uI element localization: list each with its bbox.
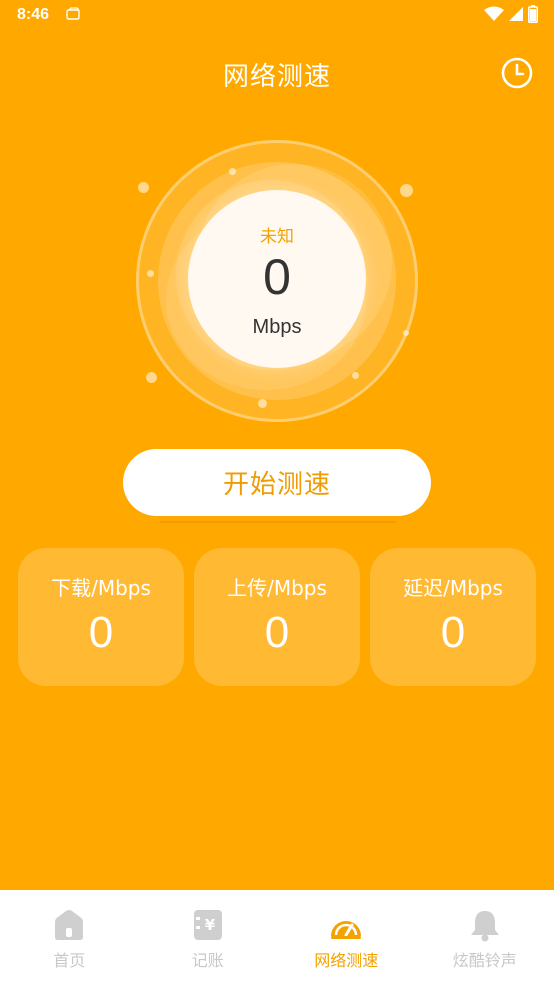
bell-icon: [470, 911, 499, 942]
download-label: 下载/Mbps: [51, 576, 151, 600]
tab-label: 首页: [53, 951, 86, 970]
signal-icon: [509, 7, 523, 21]
start-speed-test-button[interactable]: 开始测速: [123, 449, 431, 516]
latency-stat-card: 延迟/Mbps 0: [370, 548, 536, 686]
battery-icon: [528, 5, 538, 23]
upload-label: 上传/Mbps: [227, 576, 327, 600]
tab-home[interactable]: 首页: [0, 890, 139, 984]
history-clock-icon[interactable]: [500, 56, 534, 90]
speedometer-icon: [331, 921, 362, 939]
svg-text:¥: ¥: [205, 916, 216, 934]
tab-label: 炫酷铃声: [452, 951, 517, 970]
download-value: 0: [88, 608, 114, 657]
speed-gauge: 未知 0 Mbps: [136, 140, 418, 422]
wifi-icon: [484, 6, 504, 21]
status-bar: 8:46: [0, 0, 554, 32]
header: 网络测速: [0, 50, 554, 98]
decorative-bubble: [258, 399, 267, 408]
gauge-status: 未知: [260, 227, 294, 247]
status-icons: [484, 5, 538, 23]
photo-notification-icon: [66, 7, 80, 20]
ledger-icon: ¥: [193, 910, 222, 940]
tab-speed-test[interactable]: 网络测速: [277, 890, 416, 984]
decorative-bubble: [352, 372, 359, 379]
tab-ringtones[interactable]: 炫酷铃声: [416, 890, 554, 984]
home-icon: [55, 910, 84, 940]
decorative-bubble: [400, 184, 413, 197]
tab-label: 记账: [191, 951, 224, 970]
gauge-value: 0: [263, 249, 291, 305]
decorative-bubble: [146, 372, 157, 383]
latency-value: 0: [440, 608, 466, 657]
gauge-core: 未知 0 Mbps: [188, 190, 366, 368]
decorative-bubble: [403, 330, 409, 336]
button-shadow: [160, 521, 396, 523]
decorative-bubble: [138, 182, 149, 193]
tab-ledger[interactable]: ¥ 记账: [139, 890, 278, 984]
upload-stat-card: 上传/Mbps 0: [194, 548, 360, 686]
page-title: 网络测速: [222, 62, 331, 92]
status-time: 8:46: [17, 6, 50, 23]
latency-label: 延迟/Mbps: [403, 576, 503, 600]
tab-label: 网络测速: [314, 951, 379, 970]
decorative-bubble: [147, 270, 154, 277]
decorative-bubble: [229, 168, 236, 175]
upload-value: 0: [264, 608, 290, 657]
bottom-tab-bar: 首页 ¥ 记账 网络测速 炫酷铃声: [0, 890, 554, 984]
download-stat-card: 下载/Mbps 0: [18, 548, 184, 686]
gauge-unit: Mbps: [252, 316, 302, 338]
